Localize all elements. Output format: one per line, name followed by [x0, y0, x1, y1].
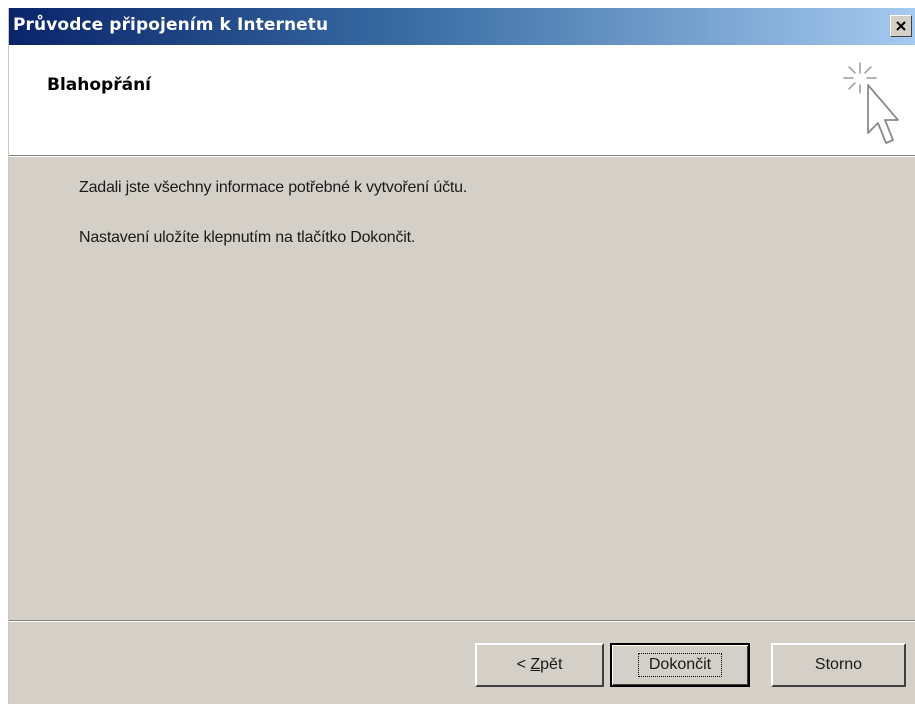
footer-separator [9, 620, 915, 622]
info-text-line-2: Nastavení uložíte klepnutím na tlačítko … [79, 229, 416, 246]
finish-button-label: Dokončit [637, 653, 723, 677]
wizard-cursor-sparkle-icon [843, 62, 899, 144]
back-button-label: < Zpět [516, 656, 563, 673]
back-button[interactable]: < Zpět [475, 643, 604, 687]
cancel-button-label: Storno [814, 656, 863, 673]
wizard-window: Průvodce připojením k Internetu Blahopřá… [8, 8, 915, 704]
cancel-button[interactable]: Storno [771, 643, 906, 687]
close-icon [896, 21, 906, 31]
info-text-line-1: Zadali jste všechny informace potřebné k… [79, 179, 468, 196]
wizard-header: Blahopřání [9, 45, 915, 155]
title-bar[interactable]: Průvodce připojením k Internetu [9, 8, 915, 45]
header-separator [9, 155, 915, 157]
page-title: Blahopřání [47, 75, 151, 95]
close-button[interactable] [890, 15, 912, 37]
finish-button[interactable]: Dokončit [610, 643, 750, 687]
window-title: Průvodce připojením k Internetu [13, 15, 329, 35]
